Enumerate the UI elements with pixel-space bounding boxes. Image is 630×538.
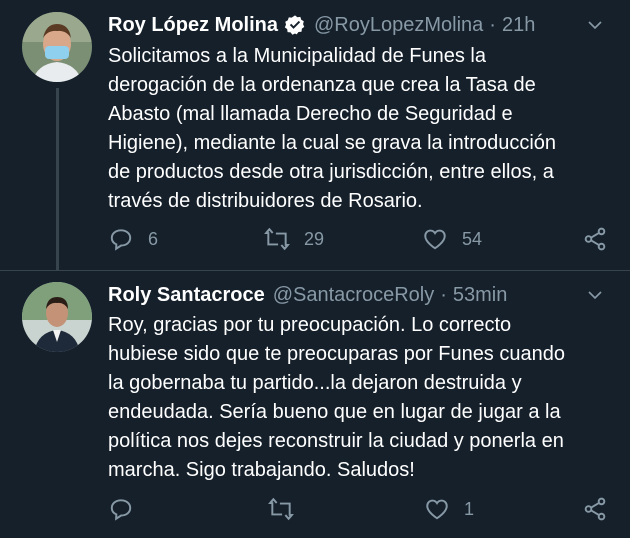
separator-dot: · (440, 284, 447, 306)
heart-icon (424, 229, 446, 250)
retweet-icon (268, 497, 294, 521)
reply-button[interactable]: 6 (108, 224, 158, 254)
retweet-button[interactable]: 29 (264, 224, 324, 254)
avatar[interactable] (22, 282, 92, 352)
tweet-header: Roly Santacroce @SantacroceRoly · 53min (108, 280, 614, 310)
reply-button[interactable] (108, 494, 148, 524)
retweet-icon (264, 227, 290, 251)
like-button[interactable]: 54 (422, 224, 482, 254)
share-button[interactable] (582, 224, 608, 254)
share-icon (584, 227, 606, 251)
like-button[interactable]: 1 (424, 494, 474, 524)
chevron-down-icon[interactable] (586, 16, 604, 34)
chevron-down-icon[interactable] (586, 286, 604, 304)
like-count: 54 (462, 228, 483, 249)
tweet-timestamp[interactable]: 21h (502, 10, 535, 40)
thread-line (56, 88, 59, 270)
tweet-roy-lopez-molina[interactable]: Roy López Molina @RoyLopezMolina · 21h S… (0, 0, 630, 270)
share-button[interactable] (582, 494, 608, 524)
tweet-timestamp[interactable]: 53min (453, 280, 507, 310)
heart-icon (426, 499, 448, 520)
tweet-actions: 1 (108, 494, 630, 524)
verified-badge-icon (284, 15, 305, 35)
reply-icon (110, 499, 132, 521)
tweet-actions: 6 29 54 (108, 224, 630, 254)
author-handle[interactable]: @RoyLopezMolina (314, 10, 483, 40)
tweet-text: Solicitamos a la Municipalidad de Funes … (108, 45, 557, 212)
author-name[interactable]: Roly Santacroce (108, 280, 265, 310)
retweet-button[interactable] (268, 494, 308, 524)
avatar[interactable] (22, 12, 92, 82)
author-name[interactable]: Roy López Molina (108, 10, 278, 40)
reply-icon (110, 229, 132, 251)
retweet-count: 29 (304, 228, 325, 249)
author-handle[interactable]: @SantacroceRoly (273, 280, 434, 310)
reply-count: 6 (148, 228, 159, 249)
tweet-text: Roy, gracias por tu preocupación. Lo cor… (108, 314, 565, 481)
share-icon (584, 497, 606, 521)
tweet-roly-santacroce[interactable]: Roly Santacroce @SantacroceRoly · 53min … (0, 270, 630, 538)
tweet-header: Roy López Molina @RoyLopezMolina · 21h (108, 10, 614, 40)
separator-dot: · (489, 14, 496, 36)
like-count: 1 (464, 498, 475, 519)
